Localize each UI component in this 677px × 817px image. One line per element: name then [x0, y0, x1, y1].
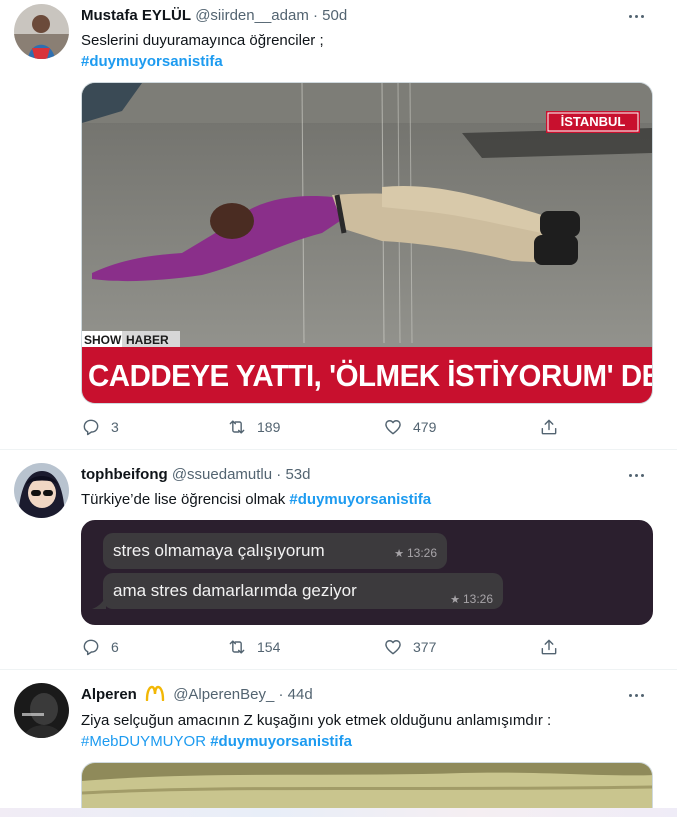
reply-button[interactable]: 3	[81, 417, 119, 437]
heart-icon	[385, 640, 401, 655]
hashtag-link[interactable]: #duymuyorsanistifa	[81, 53, 223, 70]
avatar[interactable]	[14, 4, 69, 59]
heart-icon	[385, 420, 401, 435]
tweet-3[interactable]: Alperen @AlperenBey_ · 44d Ziya selçuğun…	[0, 670, 677, 817]
like-count: 479	[413, 419, 437, 435]
chat-message-text: stres olmamaya çalışıyorum	[113, 541, 325, 560]
tweet-hashtags: #duymuyorsanistifa	[81, 51, 223, 72]
tweet-header: Alperen @AlperenBey_ · 44d	[81, 685, 313, 705]
tweet-text: Türkiye’de lise öğrencisi olmak #duymuyo…	[81, 489, 431, 510]
tweet-header: tophbeifong @ssuedamutlu · 53d	[81, 465, 310, 485]
separator: ·	[312, 7, 318, 24]
avatar-image	[14, 463, 69, 518]
news-brand-show: SHOW	[84, 333, 122, 347]
share-button[interactable]	[539, 417, 559, 437]
more-options-icon[interactable]	[625, 7, 647, 25]
tweet-hashtags: #MebDUYMUYOR #duymuyorsanistifa	[81, 731, 352, 752]
tweet-header: Mustafa EYLÜL @siirden__adam · 50d	[81, 6, 347, 26]
retweet-button[interactable]: 154	[227, 637, 280, 657]
chat-message-time: ★ 13:26	[450, 581, 493, 618]
chat-message: ama stres damarlarımda geziyor ★ 13:26	[103, 573, 503, 609]
tweet-time[interactable]: 44d	[288, 686, 313, 703]
retweet-icon	[229, 640, 245, 654]
news-location-label: İSTANBUL	[560, 114, 626, 129]
reply-count: 3	[111, 419, 119, 435]
hashtag-link[interactable]: #duymuyorsanistifa	[210, 733, 352, 750]
news-brand-haber: HABER	[126, 333, 169, 347]
tweet-time[interactable]: 53d	[285, 466, 310, 483]
author-name[interactable]: Mustafa EYLÜL	[81, 7, 191, 24]
chat-time-text: 13:26	[462, 592, 493, 606]
tweet-text: Seslerini duyuramayınca öğrenciler ;	[81, 30, 324, 51]
star-icon: ★	[394, 548, 404, 560]
tweet-text: Ziya selçuğun amacının Z kuşağını yok et…	[81, 710, 551, 731]
avatar-image	[14, 4, 69, 59]
like-button[interactable]: 479	[383, 417, 436, 437]
more-options-icon[interactable]	[625, 466, 647, 484]
author-name[interactable]: Alperen	[81, 686, 137, 703]
share-button[interactable]	[539, 637, 559, 657]
reply-button[interactable]: 6	[81, 637, 119, 657]
author-handle[interactable]: @siirden__adam	[195, 7, 309, 24]
avatar[interactable]	[14, 683, 69, 738]
author-handle[interactable]: @ssuedamutlu	[172, 466, 272, 483]
gold-m-arches-icon	[145, 685, 165, 702]
chat-message-time: ★ 13:26	[394, 535, 437, 572]
share-icon	[541, 419, 557, 435]
chat-message: stres olmamaya çalışıyorum ★ 13:26	[103, 533, 447, 569]
tweet-2[interactable]: tophbeifong @ssuedamutlu · 53d Türkiye’d…	[0, 450, 677, 670]
like-count: 377	[413, 639, 437, 655]
avatar[interactable]	[14, 463, 69, 518]
retweet-count: 154	[257, 639, 281, 655]
separator: ·	[278, 686, 284, 703]
retweet-button[interactable]: 189	[227, 417, 280, 437]
bottom-gradient-strip	[0, 808, 677, 817]
share-icon	[541, 639, 557, 655]
like-button[interactable]: 377	[383, 637, 436, 657]
hashtag-link[interactable]: #MebDUYMUYOR	[81, 733, 206, 750]
tweet-time[interactable]: 50d	[322, 7, 347, 24]
author-handle[interactable]: @AlperenBey_	[173, 686, 274, 703]
avatar-image	[14, 683, 69, 738]
reply-count: 6	[111, 639, 119, 655]
retweet-count: 189	[257, 419, 281, 435]
reply-icon	[83, 639, 99, 656]
reply-icon	[83, 419, 99, 436]
author-name[interactable]: tophbeifong	[81, 466, 168, 483]
tweet-actions: 6 154 377	[81, 637, 561, 659]
tweet-body: Ziya selçuğun amacının Z kuşağını yok et…	[81, 712, 552, 729]
hashtag-link[interactable]: #duymuyorsanistifa	[289, 491, 431, 508]
tweet-1[interactable]: Mustafa EYLÜL @siirden__adam · 50d Sesle…	[0, 0, 677, 450]
tweet-body: Türkiye’de lise öğrencisi olmak	[81, 491, 286, 508]
tweet-body: Seslerini duyuramayınca öğrenciler ;	[81, 32, 324, 49]
separator: ·	[276, 466, 282, 483]
more-options-icon[interactable]	[625, 686, 647, 704]
news-headline: CADDEYE YATTI, 'ÖLMEK İSTİYORUM' DEDİ	[88, 358, 653, 393]
star-icon: ★	[450, 594, 460, 606]
chat-message-text: ama stres damarlarımda geziyor	[113, 581, 357, 600]
tweet-media-chat-screenshot[interactable]: stres olmamaya çalışıyorum ★ 13:26 ama st…	[81, 520, 653, 625]
retweet-icon	[229, 420, 245, 434]
tweet-actions: 3 189 479	[81, 417, 561, 439]
chat-bubble-tail	[92, 597, 106, 609]
tweet-media-news-image[interactable]: İSTANBUL SHOW HABER CADDEYE YATTI, 'ÖLME…	[81, 82, 653, 404]
chat-time-text: 13:26	[406, 546, 437, 560]
